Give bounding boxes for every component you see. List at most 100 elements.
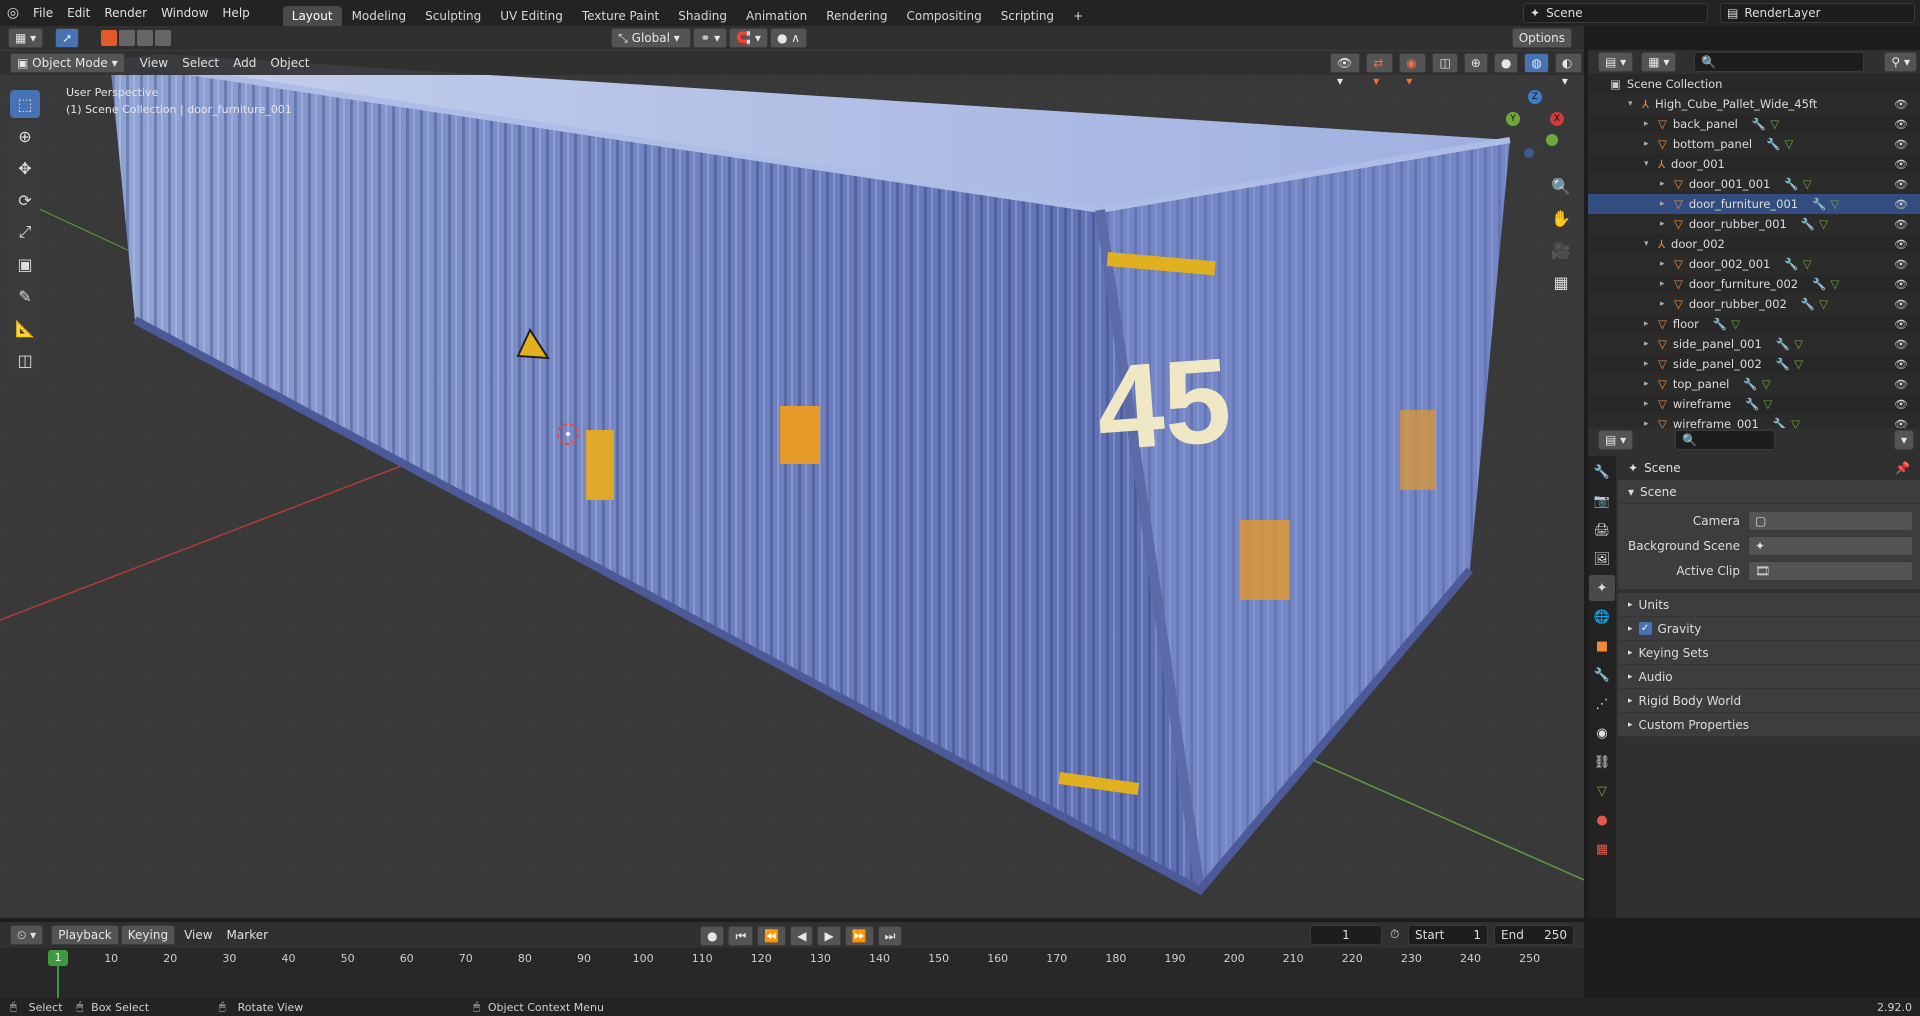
object-tab-icon[interactable]: ■ [1589, 633, 1615, 659]
outliner-search-input[interactable]: 🔍 [1694, 52, 1865, 72]
collapse-arrow-icon[interactable]: ▾ [1628, 99, 1642, 109]
navigation-gizmo[interactable]: Z Y X [1500, 90, 1570, 160]
timeline-menu-marker[interactable]: Marker [220, 925, 275, 945]
play-reverse-icon[interactable]: ◀ [790, 926, 814, 946]
display-mode-icon[interactable]: ▦ ▾ [1641, 52, 1677, 72]
snap-dropdown[interactable]: 🧲 ▾ [729, 28, 768, 48]
tool-tab-icon[interactable]: 🔧 [1589, 459, 1615, 485]
expand-arrow-icon[interactable]: ▸ [1644, 339, 1658, 349]
add-cube-tool-icon[interactable]: ◫ [10, 346, 40, 374]
workspace-tab-texture-paint[interactable]: Texture Paint [573, 6, 668, 26]
workspace-tab-layout[interactable]: Layout [282, 6, 342, 26]
jump-end-icon[interactable]: ⏭ [877, 926, 903, 946]
selection-mode-icons[interactable] [101, 30, 172, 46]
outliner-item[interactable]: ▸ ▽ door_002_001 🔧 ▽ 👁 [1588, 254, 1920, 274]
outliner-filter-icon[interactable]: ⚲ ▾ [1884, 52, 1918, 72]
subpanel-keying-sets[interactable]: ▸ Keying Sets [1618, 641, 1920, 665]
property-field-camera[interactable]: ▢ [1748, 510, 1913, 531]
gizmo-x-axis[interactable]: X [1550, 112, 1564, 126]
menu-edit[interactable]: Edit [60, 3, 97, 23]
playhead[interactable]: 1 [48, 950, 68, 966]
outliner-item[interactable]: ▸ ▽ door_rubber_001 🔧 ▽ 👁 [1588, 214, 1920, 234]
collapse-arrow-icon[interactable]: ▾ [1644, 159, 1658, 169]
visibility-eye-icon[interactable]: 👁 [1894, 258, 1908, 271]
ortho-grid-icon[interactable]: ▦ [1546, 268, 1576, 296]
preview-range-icon[interactable]: ⏱ [1390, 927, 1399, 942]
render-tab-icon[interactable]: 📷 [1589, 488, 1615, 514]
scene-tab-icon[interactable]: ✦ [1589, 575, 1615, 601]
viewport-menu-add[interactable]: Add [226, 53, 263, 73]
camera-view-icon[interactable]: 🎥 [1546, 236, 1576, 264]
select-tool-button[interactable]: ➚ [55, 28, 80, 48]
move-tool-icon[interactable]: ✥ [10, 154, 40, 182]
timeline-menu-view[interactable]: View [177, 925, 219, 945]
properties-search-input[interactable]: 🔍 [1675, 430, 1776, 450]
workspace-tab-scripting[interactable]: Scripting [992, 6, 1063, 26]
frame-ruler[interactable]: 1 10 20 30 40 50 60 70 80 90 100 110 120 130 140 150 16… [0, 948, 1584, 1000]
menu-window[interactable]: Window [154, 3, 215, 23]
jump-key-forward-icon[interactable]: ⏩ [844, 926, 874, 946]
pan-hand-icon[interactable]: ✋ [1546, 204, 1576, 232]
scene-panel-header[interactable]: ▾ Scene [1618, 480, 1920, 504]
data-tab-icon[interactable]: ▽ [1589, 778, 1615, 804]
pivot-dropdown[interactable]: ⚭ ▾ [693, 28, 728, 48]
workspace-tab-shading[interactable]: Shading [669, 6, 736, 26]
visibility-eye-icon[interactable]: 👁 [1894, 298, 1908, 311]
menu-render[interactable]: Render [97, 3, 154, 23]
visibility-eye-icon[interactable]: 👁 [1894, 98, 1908, 111]
end-frame-field[interactable]: End 250 [1494, 925, 1574, 945]
jump-start-icon[interactable]: ⏮ [728, 926, 754, 946]
workspace-tab-sculpting[interactable]: Sculpting [416, 6, 490, 26]
jump-key-back-icon[interactable]: ⏪ [757, 926, 787, 946]
outliner-item[interactable]: ▾ ⅄ door_002 👁 [1588, 234, 1920, 254]
zoom-icon[interactable]: 🔍 [1546, 172, 1576, 200]
visibility-eye-icon[interactable]: 👁 [1894, 178, 1908, 191]
world-tab-icon[interactable]: 🌐 [1589, 604, 1615, 630]
view-layer-tab-icon[interactable]: 🖼 [1589, 546, 1615, 572]
outliner-item[interactable]: ▸ ▽ back_panel 🔧 ▽ 👁 [1588, 114, 1920, 134]
visibility-eye-icon[interactable]: 👁 [1894, 398, 1908, 411]
visibility-eye-icon[interactable]: 👁 [1894, 318, 1908, 331]
outliner-editor-type-icon[interactable]: ▤ ▾ [1598, 52, 1634, 72]
3d-viewport[interactable]: 45 User Perspective (1) Scene Collection… [0, 50, 1584, 918]
particles-tab-icon[interactable]: ⋰ [1589, 691, 1615, 717]
current-frame-field[interactable]: 1 [1310, 925, 1382, 945]
visibility-eye-icon[interactable]: 👁 [1894, 138, 1908, 151]
viewport-menu-select[interactable]: Select [175, 53, 226, 73]
subpanel-units[interactable]: ▸ Units [1618, 593, 1920, 617]
scale-tool-icon[interactable]: ⤢ [10, 218, 40, 246]
scene-selector[interactable]: ✦ Scene [1523, 3, 1708, 23]
physics-tab-icon[interactable]: ◉ [1589, 720, 1615, 746]
material-tab-icon[interactable]: ● [1589, 807, 1615, 833]
pin-icon[interactable]: 📌 [1895, 461, 1910, 475]
expand-arrow-icon[interactable]: ▸ [1644, 359, 1658, 369]
outliner-item[interactable]: ▸ ▽ door_furniture_001 🔧 ▽ 👁 [1588, 194, 1920, 214]
proportional-edit-toggle[interactable]: ● ∧ [769, 28, 808, 48]
expand-arrow-icon[interactable]: ▸ [1644, 399, 1658, 409]
viewport-menu-view[interactable]: View [133, 53, 175, 73]
visibility-eye-icon[interactable]: 👁 [1894, 278, 1908, 291]
start-frame-field[interactable]: Start 1 [1408, 925, 1488, 945]
outliner-item[interactable]: ▾ ⅄ door_001 👁 [1588, 154, 1920, 174]
visibility-eye-icon[interactable]: 👁 [1894, 158, 1908, 171]
expand-arrow-icon[interactable]: ▸ [1644, 119, 1658, 129]
autokey-icon[interactable]: ● [700, 926, 725, 946]
expand-arrow-icon[interactable]: ▸ [1660, 199, 1674, 209]
options-dropdown[interactable]: Options [1511, 28, 1572, 48]
gizmo-y-axis[interactable]: Y [1506, 112, 1520, 126]
property-field-background-scene[interactable]: ✦ [1748, 535, 1913, 556]
subpanel-custom-properties[interactable]: ▸ Custom Properties [1618, 713, 1920, 737]
subpanel-gravity[interactable]: ▸ ✓ Gravity [1618, 617, 1920, 641]
texture-tab-icon[interactable]: ▦ [1589, 836, 1615, 862]
cursor-tool-icon[interactable]: ⊕ [10, 122, 40, 150]
collapse-arrow-icon[interactable]: ▾ [1644, 239, 1658, 249]
visibility-eye-icon[interactable]: 👁 [1894, 238, 1908, 251]
workspace-tab-uv-editing[interactable]: UV Editing [491, 6, 572, 26]
subpanel-audio[interactable]: ▸ Audio [1618, 665, 1920, 689]
outliner-item[interactable]: ▸ ▽ door_rubber_002 🔧 ▽ 👁 [1588, 294, 1920, 314]
transform-orientation-dropdown[interactable]: ⤡ Global ▾ [611, 28, 692, 48]
subpanel-rigid-body-world[interactable]: ▸ Rigid Body World [1618, 689, 1920, 713]
outliner-item[interactable]: ▾ ⅄ High_Cube_Pallet_Wide_45ft 👁 [1588, 94, 1920, 114]
expand-arrow-icon[interactable]: ▸ [1644, 379, 1658, 389]
modifiers-tab-icon[interactable]: 🔧 [1589, 662, 1615, 688]
